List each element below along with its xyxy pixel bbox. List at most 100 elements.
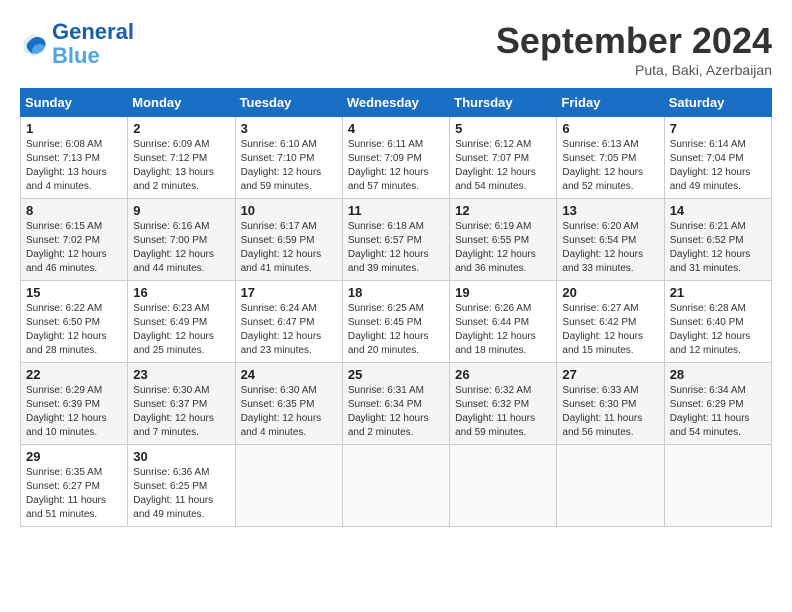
calendar-cell: 11 Sunrise: 6:18 AM Sunset: 6:57 PM Dayli… [342,199,449,281]
calendar-week-2: 8 Sunrise: 6:15 AM Sunset: 7:02 PM Daylig… [21,199,772,281]
day-info: Sunrise: 6:24 AM Sunset: 6:47 PM Dayligh… [241,302,337,358]
logo-text: GeneralBlue [52,20,134,68]
calendar-cell [557,445,664,527]
day-number: 24 [241,367,337,382]
day-info: Sunrise: 6:20 AM Sunset: 6:54 PM Dayligh… [562,220,658,276]
day-info: Sunrise: 6:14 AM Sunset: 7:04 PM Dayligh… [670,138,766,194]
day-info: Sunrise: 6:27 AM Sunset: 6:42 PM Dayligh… [562,302,658,358]
day-number: 27 [562,367,658,382]
day-info: Sunrise: 6:15 AM Sunset: 7:02 PM Dayligh… [26,220,122,276]
day-number: 14 [670,203,766,218]
calendar-cell: 16Sunrise: 6:23 AM Sunset: 6:49 PM Dayli… [128,281,235,363]
header-day-friday: Friday [557,89,664,117]
day-info: Sunrise: 6:32 AM Sunset: 6:32 PM Dayligh… [455,384,551,440]
day-number: 7 [670,121,766,136]
header-day-wednesday: Wednesday [342,89,449,117]
calendar-cell: 24Sunrise: 6:30 AM Sunset: 6:35 PM Dayli… [235,363,342,445]
calendar-cell: 10 Sunrise: 6:17 AM Sunset: 6:59 PM Dayli… [235,199,342,281]
day-info: Sunrise: 6:17 AM Sunset: 6:59 PM Dayligh… [241,220,337,276]
day-number: 23 [133,367,229,382]
calendar-cell: 13 Sunrise: 6:20 AM Sunset: 6:54 PM Dayli… [557,199,664,281]
day-number: 19 [455,285,551,300]
calendar-cell: 12 Sunrise: 6:19 AM Sunset: 6:55 PM Dayli… [450,199,557,281]
calendar-cell: 1 Sunrise: 6:08 AM Sunset: 7:13 PM Daylig… [21,117,128,199]
calendar-table: SundayMondayTuesdayWednesdayThursdayFrid… [20,88,772,527]
logo-icon [20,30,48,58]
calendar-cell [664,445,771,527]
day-info: Sunrise: 6:21 AM Sunset: 6:52 PM Dayligh… [670,220,766,276]
calendar-cell: 7 Sunrise: 6:14 AM Sunset: 7:04 PM Daylig… [664,117,771,199]
day-number: 25 [348,367,444,382]
month-title: September 2024 [496,20,772,62]
day-number: 18 [348,285,444,300]
day-number: 10 [241,203,337,218]
calendar-cell: 6 Sunrise: 6:13 AM Sunset: 7:05 PM Daylig… [557,117,664,199]
day-number: 3 [241,121,337,136]
calendar-cell: 3Sunrise: 6:10 AM Sunset: 7:10 PM Daylig… [235,117,342,199]
day-info: Sunrise: 6:08 AM Sunset: 7:13 PM Dayligh… [26,138,122,194]
header-day-tuesday: Tuesday [235,89,342,117]
day-number: 12 [455,203,551,218]
day-number: 9 [133,203,229,218]
calendar-week-5: 29 Sunrise: 6:35 AM Sunset: 6:27 PM Dayli… [21,445,772,527]
day-info: Sunrise: 6:33 AM Sunset: 6:30 PM Dayligh… [562,384,658,440]
day-number: 4 [348,121,444,136]
day-number: 29 [26,449,122,464]
day-info: Sunrise: 6:19 AM Sunset: 6:55 PM Dayligh… [455,220,551,276]
day-info: Sunrise: 6:30 AM Sunset: 6:37 PM Dayligh… [133,384,229,440]
day-number: 11 [348,203,444,218]
logo-general: General [52,19,134,44]
calendar-cell [235,445,342,527]
header-day-monday: Monday [128,89,235,117]
calendar-week-1: 1 Sunrise: 6:08 AM Sunset: 7:13 PM Daylig… [21,117,772,199]
day-info: Sunrise: 6:13 AM Sunset: 7:05 PM Dayligh… [562,138,658,194]
logo-blue: Blue [52,43,100,68]
day-info: Sunrise: 6:35 AM Sunset: 6:27 PM Dayligh… [26,466,122,522]
calendar-cell: 21 Sunrise: 6:28 AM Sunset: 6:40 PM Dayli… [664,281,771,363]
calendar-cell: 23 Sunrise: 6:30 AM Sunset: 6:37 PM Dayli… [128,363,235,445]
header-day-thursday: Thursday [450,89,557,117]
title-block: September 2024 Puta, Baki, Azerbaijan [496,20,772,78]
calendar-cell: 2Sunrise: 6:09 AM Sunset: 7:12 PM Daylig… [128,117,235,199]
day-number: 17 [241,285,337,300]
day-number: 21 [670,285,766,300]
calendar-cell [342,445,449,527]
day-info: Sunrise: 6:25 AM Sunset: 6:45 PM Dayligh… [348,302,444,358]
day-info: Sunrise: 6:36 AM Sunset: 6:25 PM Dayligh… [133,466,229,522]
calendar-cell: 27 Sunrise: 6:33 AM Sunset: 6:30 PM Dayli… [557,363,664,445]
calendar-cell: 14 Sunrise: 6:21 AM Sunset: 6:52 PM Dayli… [664,199,771,281]
day-info: Sunrise: 6:28 AM Sunset: 6:40 PM Dayligh… [670,302,766,358]
calendar-cell: 19 Sunrise: 6:26 AM Sunset: 6:44 PM Dayli… [450,281,557,363]
calendar-cell: 26Sunrise: 6:32 AM Sunset: 6:32 PM Dayli… [450,363,557,445]
calendar-cell: 18 Sunrise: 6:25 AM Sunset: 6:45 PM Dayli… [342,281,449,363]
day-info: Sunrise: 6:16 AM Sunset: 7:00 PM Dayligh… [133,220,229,276]
page-header: GeneralBlue September 2024 Puta, Baki, A… [20,20,772,78]
day-info: Sunrise: 6:29 AM Sunset: 6:39 PM Dayligh… [26,384,122,440]
location-subtitle: Puta, Baki, Azerbaijan [496,62,772,78]
day-number: 8 [26,203,122,218]
calendar-cell: 30 Sunrise: 6:36 AM Sunset: 6:25 PM Dayli… [128,445,235,527]
calendar-cell [450,445,557,527]
calendar-cell: 29 Sunrise: 6:35 AM Sunset: 6:27 PM Dayli… [21,445,128,527]
day-info: Sunrise: 6:23 AM Sunset: 6:49 PM Dayligh… [133,302,229,358]
day-info: Sunrise: 6:22 AM Sunset: 6:50 PM Dayligh… [26,302,122,358]
day-info: Sunrise: 6:26 AM Sunset: 6:44 PM Dayligh… [455,302,551,358]
day-number: 30 [133,449,229,464]
day-number: 1 [26,121,122,136]
calendar-cell: 4 Sunrise: 6:11 AM Sunset: 7:09 PM Daylig… [342,117,449,199]
day-number: 13 [562,203,658,218]
calendar-cell: 9 Sunrise: 6:16 AM Sunset: 7:00 PM Daylig… [128,199,235,281]
day-number: 6 [562,121,658,136]
calendar-cell: 20Sunrise: 6:27 AM Sunset: 6:42 PM Dayli… [557,281,664,363]
calendar-cell: 8 Sunrise: 6:15 AM Sunset: 7:02 PM Daylig… [21,199,128,281]
calendar-cell: 25Sunrise: 6:31 AM Sunset: 6:34 PM Dayli… [342,363,449,445]
day-info: Sunrise: 6:34 AM Sunset: 6:29 PM Dayligh… [670,384,766,440]
calendar-week-3: 15 Sunrise: 6:22 AM Sunset: 6:50 PM Dayli… [21,281,772,363]
calendar-header-row: SundayMondayTuesdayWednesdayThursdayFrid… [21,89,772,117]
day-info: Sunrise: 6:18 AM Sunset: 6:57 PM Dayligh… [348,220,444,276]
logo: GeneralBlue [20,20,134,68]
calendar-cell: 5Sunrise: 6:12 AM Sunset: 7:07 PM Daylig… [450,117,557,199]
day-info: Sunrise: 6:11 AM Sunset: 7:09 PM Dayligh… [348,138,444,194]
day-number: 15 [26,285,122,300]
calendar-cell: 17 Sunrise: 6:24 AM Sunset: 6:47 PM Dayli… [235,281,342,363]
